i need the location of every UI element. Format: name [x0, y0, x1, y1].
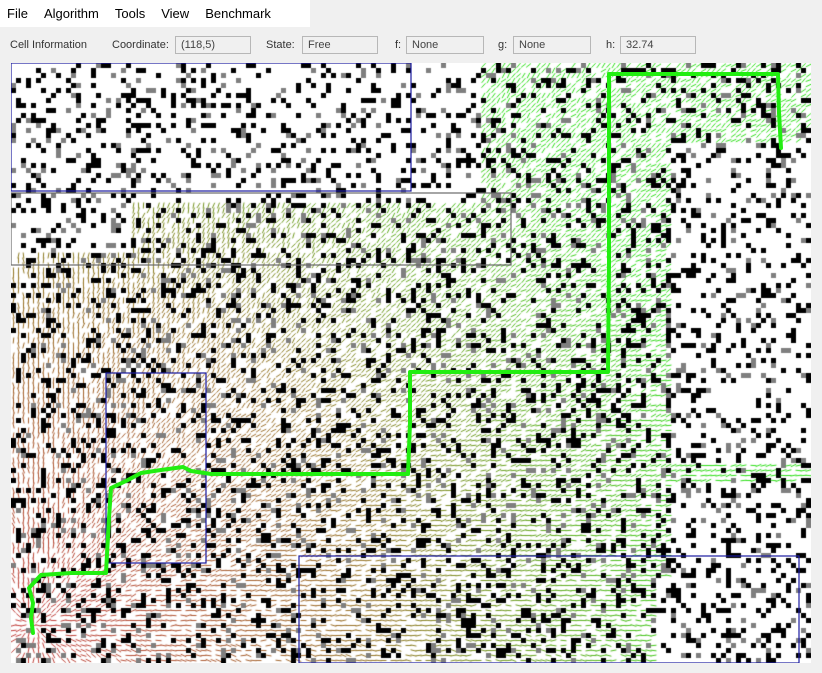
coordinate-label: Coordinate:: [112, 39, 169, 51]
region-border: [11, 192, 512, 266]
menu-algorithm[interactable]: Algorithm: [36, 3, 107, 25]
region-border: [298, 555, 800, 663]
cell-information-title: Cell Information: [10, 39, 88, 51]
h-field[interactable]: 32.74: [620, 36, 696, 54]
menu-view[interactable]: View: [153, 3, 197, 25]
map-overlay: [11, 63, 800, 663]
cell-information-bar: Cell Information Coordinate: (118,5) Sta…: [0, 34, 822, 58]
menu-file[interactable]: File: [0, 3, 36, 25]
f-field[interactable]: None: [406, 36, 484, 54]
h-label: h:: [606, 39, 616, 51]
menu-tools[interactable]: Tools: [107, 3, 153, 25]
region-border: [105, 372, 207, 564]
g-label: g:: [498, 39, 508, 51]
grid-map[interactable]: [11, 63, 811, 663]
menu-benchmark[interactable]: Benchmark: [197, 3, 279, 25]
state-label: State:: [266, 39, 295, 51]
solution-path: [27, 72, 783, 635]
region-border: [11, 63, 412, 192]
state-field[interactable]: Free: [302, 36, 378, 54]
coordinate-field[interactable]: (118,5): [175, 36, 251, 54]
menu-bar: File Algorithm Tools View Benchmark: [0, 0, 310, 27]
g-field[interactable]: None: [513, 36, 591, 54]
region-borders: [11, 63, 800, 663]
f-label: f:: [395, 39, 402, 51]
